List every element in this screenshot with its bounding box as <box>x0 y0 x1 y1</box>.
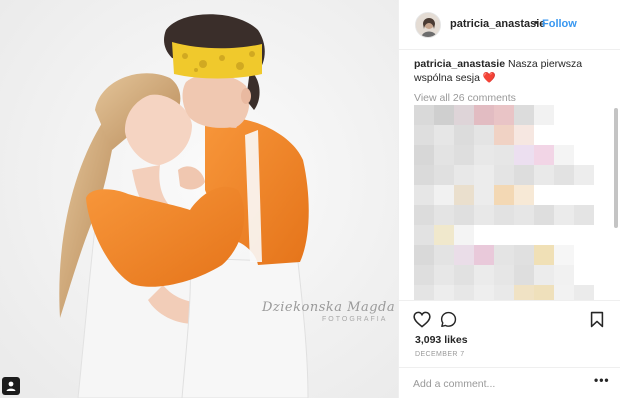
user-tag-icon[interactable] <box>2 377 20 395</box>
heart-emoji: ❤️ <box>482 72 496 84</box>
post-date: DECEMBER 7 <box>415 351 465 358</box>
post-actions: 3,093 likes DECEMBER 7 ••• <box>399 300 620 398</box>
heart-outline-icon[interactable] <box>413 311 431 333</box>
bookmark-icon[interactable] <box>590 311 604 333</box>
couple-photo-illustration <box>0 0 398 398</box>
follow-button[interactable]: Follow <box>542 18 577 30</box>
caption-username[interactable]: patricia_anastasie <box>414 58 505 70</box>
speech-bubble-icon[interactable] <box>440 311 457 333</box>
post-header: patricia_anastasie • Follow <box>399 0 620 50</box>
photo-watermark-sub: FOTOGRAFIA <box>322 316 388 323</box>
view-all-comments-link[interactable]: View all 26 comments <box>414 92 610 104</box>
separator-dot: • <box>534 17 538 29</box>
post-photo[interactable]: Dziekonska Magda FOTOGRAFIA <box>0 0 398 398</box>
photo-watermark: Dziekonska Magda <box>262 300 396 315</box>
post-side-panel: patricia_anastasie • Follow patricia_ana… <box>398 0 620 398</box>
username-link[interactable]: patricia_anastasie <box>450 18 545 30</box>
avatar[interactable] <box>415 12 441 38</box>
comment-box: ••• <box>399 367 620 398</box>
caption: patricia_anastasie Nasza pierwsza wspóln… <box>414 57 610 85</box>
comment-input[interactable] <box>413 376 583 392</box>
pixelated-comments <box>414 105 594 301</box>
comments-area: patricia_anastasie Nasza pierwsza wspóln… <box>414 57 610 301</box>
comments-scrollbar[interactable] <box>614 108 618 228</box>
likes-count[interactable]: 3,093 likes <box>415 334 468 346</box>
more-options-button[interactable]: ••• <box>594 373 610 387</box>
